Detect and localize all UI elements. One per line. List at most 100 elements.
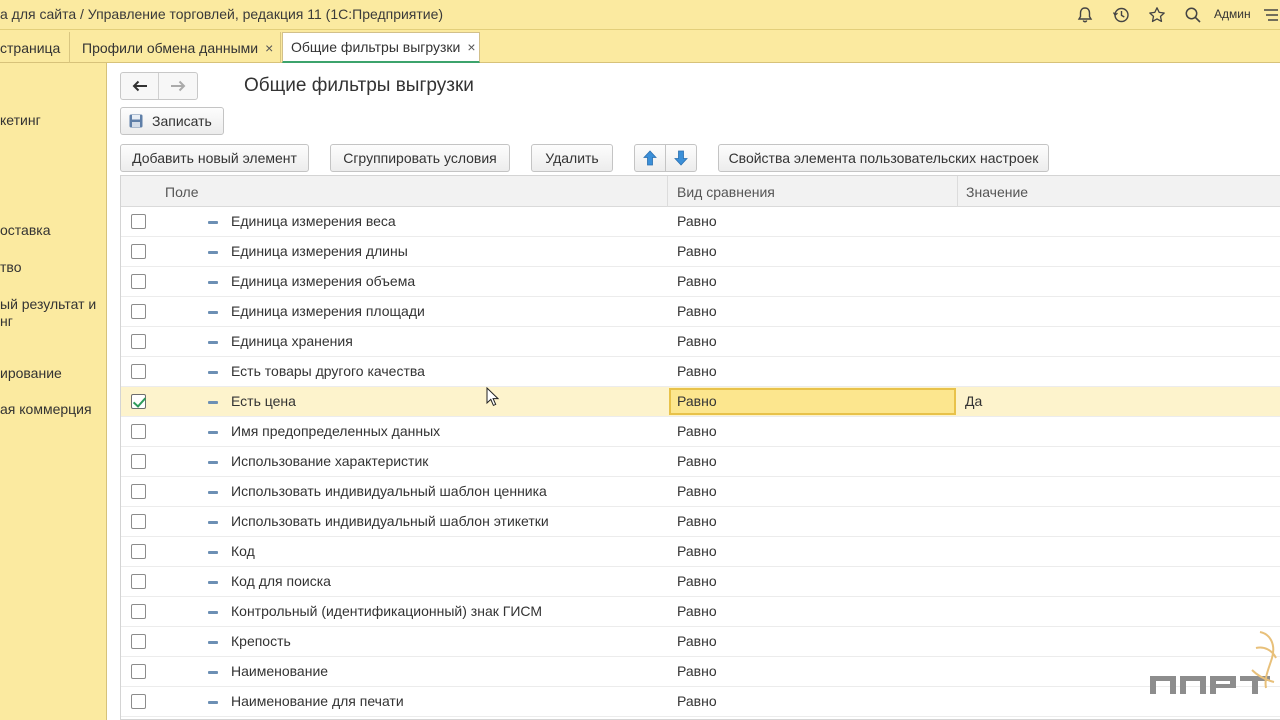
row-field[interactable]: Крепость <box>231 633 291 649</box>
row-field[interactable]: Использование характеристик <box>231 453 428 469</box>
row-field[interactable]: Есть товары другого качества <box>231 363 425 379</box>
row-checkbox[interactable] <box>131 544 146 559</box>
row-checkbox[interactable] <box>131 304 146 319</box>
row-field[interactable]: Наименование для печати <box>231 693 404 709</box>
column-divider[interactable] <box>957 176 958 207</box>
table-row[interactable]: Крепость Равно <box>121 627 1280 657</box>
row-checkbox[interactable] <box>131 364 146 379</box>
table-row[interactable]: Единица измерения веса Равно <box>121 207 1280 237</box>
table-row[interactable]: Единица измерения длины Равно <box>121 237 1280 267</box>
table-row[interactable]: Единица хранения Равно <box>121 327 1280 357</box>
row-checkbox[interactable] <box>131 634 146 649</box>
row-checkbox[interactable] <box>131 214 146 229</box>
row-comparison[interactable]: Равно <box>677 273 717 289</box>
table-row[interactable]: Есть товары другого качества Равно <box>121 357 1280 387</box>
row-field[interactable]: Код для поиска <box>231 573 331 589</box>
table-row[interactable]: Имя предопределенных данных Равно <box>121 417 1280 447</box>
forward-arrow-icon[interactable] <box>159 73 197 99</box>
table-row[interactable]: Единица измерения площади Равно <box>121 297 1280 327</box>
sidebar-item-delivery[interactable]: оставка <box>0 222 50 239</box>
row-field[interactable]: Единица измерения веса <box>231 213 396 229</box>
menu-icon[interactable] <box>1260 4 1280 26</box>
row-checkbox[interactable] <box>131 454 146 469</box>
row-field[interactable]: Имя предопределенных данных <box>231 423 440 439</box>
user-name[interactable]: Админ <box>1214 7 1251 21</box>
row-checkbox[interactable] <box>131 424 146 439</box>
row-field[interactable]: Наименование <box>231 663 328 679</box>
row-checkbox[interactable] <box>131 484 146 499</box>
sidebar-item-planning[interactable]: ирование <box>0 365 62 382</box>
back-arrow-icon[interactable] <box>121 73 159 99</box>
row-comparison[interactable]: Равно <box>677 423 717 439</box>
tab-exchange-profiles[interactable]: Профили обмена данными × <box>70 32 281 63</box>
row-checkbox[interactable] <box>131 664 146 679</box>
sidebar-item-financial-result[interactable]: ый результат и <box>0 296 96 313</box>
column-header-value[interactable]: Значение <box>966 184 1028 200</box>
tab-export-filters[interactable]: Общие фильтры выгрузки × <box>282 32 480 63</box>
table-row[interactable]: Использовать индивидуальный шаблон ценни… <box>121 477 1280 507</box>
sidebar-item-production[interactable]: тво <box>0 259 21 276</box>
close-icon[interactable]: × <box>467 39 475 55</box>
row-checkbox[interactable] <box>131 244 146 259</box>
row-comparison[interactable]: Равно <box>677 633 717 649</box>
row-field[interactable]: Использовать индивидуальный шаблон ценни… <box>231 483 547 499</box>
table-row[interactable]: Использовать индивидуальный шаблон этике… <box>121 507 1280 537</box>
table-row[interactable]: Использование характеристик Равно <box>121 447 1280 477</box>
row-value[interactable]: Да <box>965 393 982 409</box>
move-up-icon[interactable] <box>634 144 666 172</box>
row-field[interactable]: Единица хранения <box>231 333 353 349</box>
bell-icon[interactable] <box>1074 4 1096 26</box>
row-checkbox[interactable] <box>131 394 146 409</box>
row-field[interactable]: Единица измерения длины <box>231 243 408 259</box>
row-field[interactable]: Использовать индивидуальный шаблон этике… <box>231 513 549 529</box>
column-header-field[interactable]: Поле <box>165 184 199 200</box>
element-properties-button[interactable]: Свойства элемента пользовательских настр… <box>718 144 1049 172</box>
row-comparison[interactable]: Равно <box>677 303 717 319</box>
row-field[interactable]: Единица измерения объема <box>231 273 415 289</box>
table-row[interactable]: Контрольный (идентификационный) знак ГИС… <box>121 597 1280 627</box>
column-divider[interactable] <box>667 176 668 207</box>
row-comparison[interactable]: Равно <box>677 363 717 379</box>
row-comparison[interactable]: Равно <box>677 483 717 499</box>
table-row[interactable]: Код Равно <box>121 537 1280 567</box>
row-comparison[interactable]: Равно <box>677 393 717 409</box>
table-row[interactable]: Наименование для печати Равно <box>121 687 1280 717</box>
row-field[interactable]: Единица измерения площади <box>231 303 425 319</box>
row-comparison[interactable]: Равно <box>677 663 717 679</box>
history-icon[interactable] <box>1110 4 1132 26</box>
row-comparison[interactable]: Равно <box>677 453 717 469</box>
row-checkbox[interactable] <box>131 604 146 619</box>
row-field[interactable]: Код <box>231 543 255 559</box>
row-comparison[interactable]: Равно <box>677 333 717 349</box>
row-comparison[interactable]: Равно <box>677 213 717 229</box>
row-comparison[interactable]: Равно <box>677 693 717 709</box>
row-field[interactable]: Есть цена <box>231 393 296 409</box>
row-checkbox[interactable] <box>131 334 146 349</box>
row-comparison[interactable]: Равно <box>677 243 717 259</box>
sidebar-item-financial-result-cont[interactable]: нг <box>0 313 13 330</box>
row-comparison[interactable]: Равно <box>677 573 717 589</box>
row-checkbox[interactable] <box>131 694 146 709</box>
row-comparison[interactable]: Равно <box>677 543 717 559</box>
table-row[interactable]: Наименование Равно <box>121 657 1280 687</box>
row-checkbox[interactable] <box>131 514 146 529</box>
column-header-comparison[interactable]: Вид сравнения <box>677 184 775 200</box>
row-checkbox[interactable] <box>131 574 146 589</box>
save-button[interactable]: Записать <box>120 107 224 135</box>
table-row[interactable]: Код для поиска Равно <box>121 567 1280 597</box>
star-icon[interactable] <box>1146 4 1168 26</box>
row-comparison[interactable]: Равно <box>677 513 717 529</box>
tab-home[interactable]: страница <box>0 32 70 63</box>
search-icon[interactable] <box>1182 4 1204 26</box>
group-conditions-button[interactable]: Сгруппировать условия <box>330 144 510 172</box>
row-field[interactable]: Контрольный (идентификационный) знак ГИС… <box>231 603 542 619</box>
close-icon[interactable]: × <box>265 40 273 56</box>
row-checkbox[interactable] <box>131 274 146 289</box>
add-element-button[interactable]: Добавить новый элемент <box>120 144 309 172</box>
sidebar-item-ecommerce[interactable]: ая коммерция <box>0 401 92 418</box>
table-row[interactable]: Есть цена Равно Да <box>121 387 1280 417</box>
table-row[interactable]: Единица измерения объема Равно <box>121 267 1280 297</box>
row-comparison[interactable]: Равно <box>677 603 717 619</box>
delete-button[interactable]: Удалить <box>531 144 613 172</box>
sidebar-item-marketing[interactable]: кетинг <box>0 112 41 129</box>
